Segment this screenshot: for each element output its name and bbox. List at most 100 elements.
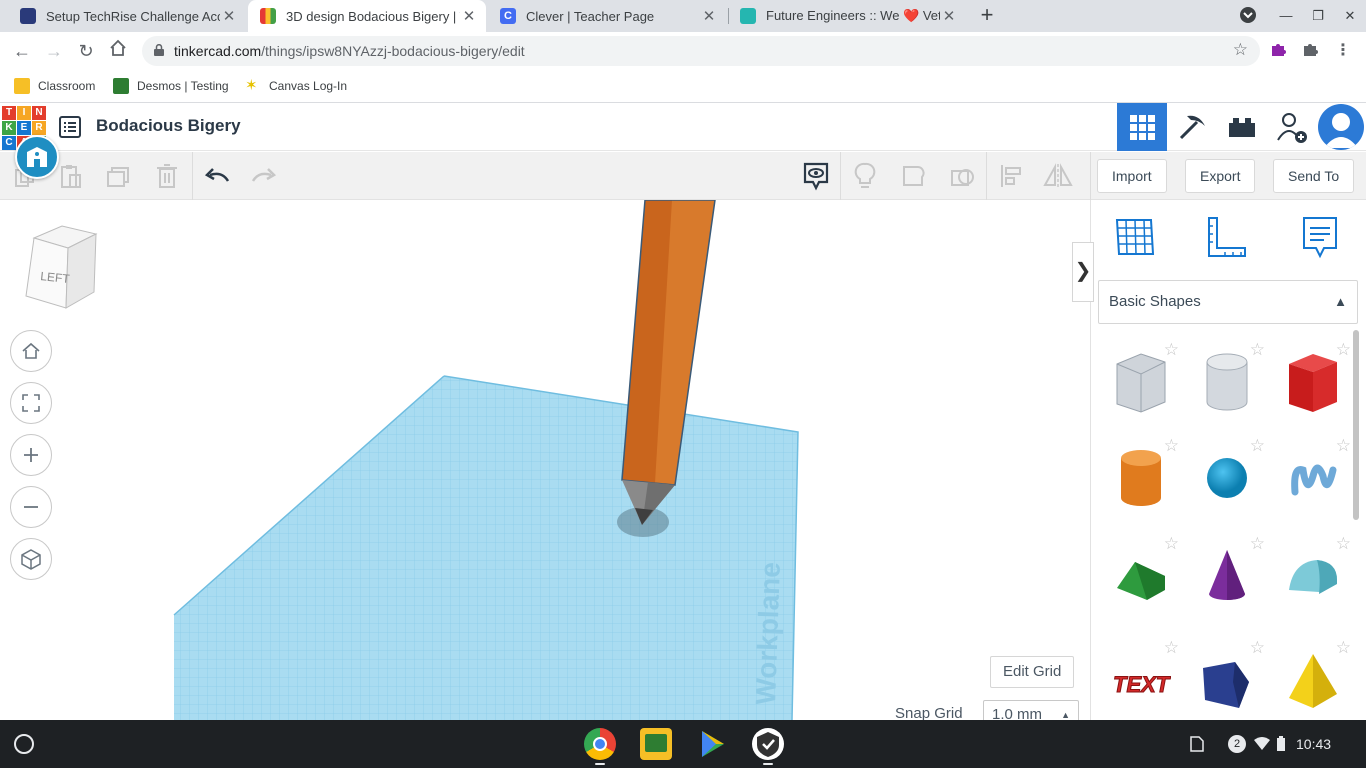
- running-indicator: [763, 763, 773, 765]
- pyramid-icon: [1289, 654, 1337, 708]
- tab-search-icon[interactable]: [1238, 6, 1258, 26]
- shape-round-roof[interactable]: ☆: [1271, 530, 1357, 626]
- ruler-icon[interactable]: [1205, 214, 1249, 260]
- close-tab-icon[interactable]: ✕: [460, 7, 478, 25]
- notes-icon[interactable]: [1298, 214, 1342, 260]
- group-button[interactable]: [899, 161, 929, 191]
- new-tab-button[interactable]: +: [976, 4, 998, 27]
- send-to-button[interactable]: Send To: [1273, 159, 1355, 193]
- home-view-button[interactable]: [10, 330, 52, 372]
- logo-letter: N: [32, 106, 46, 120]
- browser-tab-clever[interactable]: C Clever | Teacher Page ✕: [488, 0, 726, 32]
- mirror-button[interactable]: [1043, 161, 1073, 191]
- workplane[interactable]: [173, 375, 799, 720]
- snap-grid-select[interactable]: 1.0 mm ▲: [983, 700, 1079, 720]
- workplane-scene[interactable]: Workplane: [0, 200, 1090, 720]
- align-button[interactable]: [996, 161, 1026, 191]
- securly-app-icon[interactable]: [752, 728, 784, 760]
- import-button[interactable]: Import: [1097, 159, 1167, 193]
- extensions-puzzle-icon[interactable]: [1300, 40, 1322, 62]
- status-tray[interactable]: 2 10:43: [1190, 728, 1360, 760]
- ungroup-button[interactable]: [948, 161, 978, 191]
- cylinder-icon: [1121, 450, 1161, 506]
- show-all-button[interactable]: [850, 161, 880, 191]
- address-bar[interactable]: tinkercad.com/things/ipsw8NYAzzj-bodacio…: [142, 36, 1260, 66]
- bookmark-star-icon[interactable]: ☆: [1233, 40, 1248, 60]
- shape-half-sphere-box[interactable]: ☆: [1185, 634, 1271, 720]
- scribble-icon: [1291, 464, 1337, 496]
- collapse-panel-button[interactable]: ❯: [1072, 242, 1094, 302]
- url-text[interactable]: tinkercad.com/things/ipsw8NYAzzj-bodacio…: [174, 43, 525, 59]
- shape-box-hole[interactable]: ☆: [1099, 336, 1185, 432]
- chevron-updown-icon: ▲: [1334, 294, 1347, 309]
- extension-tw-icon[interactable]: [1268, 40, 1290, 62]
- close-tab-icon[interactable]: ✕: [220, 7, 238, 25]
- undo-button[interactable]: [202, 161, 232, 191]
- blocks-view-button[interactable]: [1167, 103, 1217, 151]
- invite-user-button[interactable]: [1267, 103, 1317, 151]
- shape-cone[interactable]: ☆: [1185, 530, 1271, 626]
- shapes-scrollbar[interactable]: [1353, 330, 1359, 520]
- classroom-badge[interactable]: [15, 135, 59, 179]
- play-store-icon[interactable]: [696, 728, 728, 760]
- reload-icon[interactable]: ↻: [74, 39, 98, 63]
- tab-title: 3D design Bodacious Bigery | Tin: [286, 8, 460, 24]
- chrome-app-icon[interactable]: [584, 728, 616, 760]
- export-button[interactable]: Export: [1185, 159, 1256, 193]
- toolbar-divider: [1090, 152, 1091, 200]
- view-cube[interactable]: LEFT: [22, 222, 102, 312]
- perspective-toggle-button[interactable]: [10, 538, 52, 580]
- user-avatar[interactable]: [1318, 104, 1364, 150]
- close-tab-icon[interactable]: ✕: [940, 7, 958, 25]
- paste-button[interactable]: [56, 161, 86, 191]
- zoom-in-button[interactable]: [10, 434, 52, 476]
- bricks-view-button[interactable]: [1217, 103, 1267, 151]
- bookmark-canvas[interactable]: ✶ Canvas Log-In: [245, 76, 347, 96]
- shape-sphere[interactable]: ☆: [1185, 432, 1271, 528]
- notes-visibility-button[interactable]: [801, 161, 831, 191]
- minimize-window-icon[interactable]: —: [1276, 6, 1296, 26]
- shape-cylinder[interactable]: ☆: [1099, 432, 1185, 528]
- lightbulb-icon: [854, 162, 876, 188]
- canvas-star-icon: ✶: [245, 77, 258, 94]
- close-window-icon[interactable]: ✕: [1340, 6, 1360, 26]
- close-tab-icon[interactable]: ✕: [700, 7, 718, 25]
- 3d-workspace[interactable]: Workplane LEFT Edit Grid Snap Grid 1.0 m…: [0, 200, 1090, 720]
- edit-grid-button[interactable]: Edit Grid: [990, 656, 1075, 688]
- shape-pyramid[interactable]: ☆: [1271, 634, 1357, 720]
- shape-roof[interactable]: ☆: [1099, 530, 1185, 626]
- wifi-icon: [1254, 737, 1270, 750]
- launcher-icon[interactable]: [14, 734, 34, 754]
- minus-icon: [24, 506, 38, 508]
- duplicate-button[interactable]: [104, 161, 134, 191]
- browser-tab-techrise[interactable]: Setup TechRise Challenge Accou ✕: [8, 0, 246, 32]
- redo-button[interactable]: [249, 161, 279, 191]
- text-shape-label: TEXT: [1113, 672, 1171, 697]
- toolbar-divider: [986, 152, 987, 200]
- design-title[interactable]: Bodacious Bigery: [96, 116, 241, 136]
- restore-window-icon[interactable]: ❐: [1308, 6, 1328, 26]
- workplane-tool-icon[interactable]: [1113, 214, 1157, 260]
- zoom-out-button[interactable]: [10, 486, 52, 528]
- browser-tab-future-engineers[interactable]: Future Engineers :: We ❤️ Vetera ✕: [728, 0, 966, 32]
- back-arrow-icon[interactable]: ←: [10, 39, 34, 63]
- lock-icon[interactable]: [154, 44, 164, 56]
- workplane-label: Workplane: [750, 562, 786, 706]
- shape-box[interactable]: ☆: [1271, 336, 1357, 432]
- shape-category-select[interactable]: Basic Shapes ▲: [1098, 280, 1358, 324]
- browser-tab-tinkercad[interactable]: 3D design Bodacious Bigery | Tin ✕: [248, 0, 486, 32]
- paste-icon: [61, 165, 81, 188]
- shape-text[interactable]: ☆ TEXT: [1099, 634, 1185, 720]
- design-list-icon[interactable]: [58, 115, 82, 139]
- forward-arrow-icon[interactable]: →: [42, 39, 66, 63]
- fit-view-button[interactable]: [10, 382, 52, 424]
- bookmark-desmos[interactable]: Desmos | Testing: [113, 76, 229, 96]
- shape-cylinder-hole[interactable]: ☆: [1185, 336, 1271, 432]
- home-icon[interactable]: [106, 39, 130, 63]
- 3d-design-view-button[interactable]: [1117, 103, 1167, 151]
- browser-menu-icon[interactable]: ⋮: [1332, 40, 1354, 62]
- classroom-app-icon[interactable]: [640, 728, 672, 760]
- bookmark-classroom[interactable]: Classroom: [14, 76, 95, 96]
- shape-scribble[interactable]: ☆: [1271, 432, 1357, 528]
- delete-button[interactable]: [152, 161, 182, 191]
